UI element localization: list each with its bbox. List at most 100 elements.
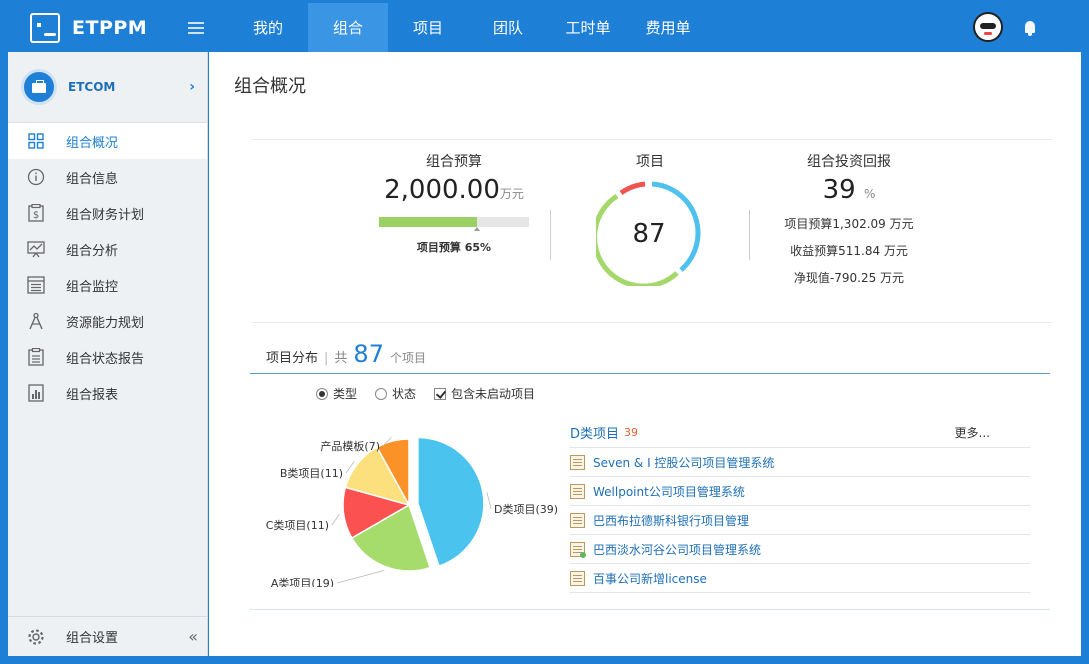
settings-label: 组合设置 — [66, 631, 119, 646]
pie-label: A类项目(19) — [271, 576, 334, 587]
analysis-icon — [27, 240, 45, 258]
sidebar-item-monitor[interactable]: 组合监控 — [8, 267, 207, 303]
chevron-right-icon[interactable]: › — [189, 79, 195, 95]
nav-item-mine[interactable]: 我的 — [228, 3, 308, 52]
budget-title: 组合预算 — [426, 154, 482, 170]
project-doc-icon — [570, 570, 585, 586]
nav-item-projects[interactable]: 项目 — [388, 3, 468, 52]
more-link[interactable]: 更多... — [955, 424, 990, 441]
projects-count: 87 — [632, 219, 666, 249]
bell-icon[interactable] — [1025, 21, 1035, 36]
budget-panel: 组合预算 2,000.00万元 项目预算 65% — [354, 151, 554, 255]
sidebar-settings[interactable]: 组合设置 ‹‹ — [8, 616, 207, 656]
distribution-separator: | — [324, 351, 329, 366]
project-doc-icon — [570, 512, 585, 528]
list-item[interactable]: 巴西布拉德斯科银行项目管理 — [570, 506, 1030, 535]
pie-label: 产品模板(7) — [320, 439, 380, 453]
pie-leader-line — [486, 492, 492, 510]
filter-status-radio[interactable]: 状态 — [375, 385, 416, 402]
roi-revenue-budget: 收益预算511.84 万元 — [790, 244, 908, 258]
sidebar-item-status-report[interactable]: 组合状态报告 — [8, 339, 207, 375]
pie-slice[interactable] — [417, 436, 485, 568]
nav-item-portfolio[interactable]: 组合 — [308, 3, 388, 52]
sidebar-item-label: 资源能力规划 — [66, 315, 145, 331]
sidebar-item-label: 组合财务计划 — [66, 207, 145, 223]
list-item[interactable]: Wellpoint公司项目管理系统 — [570, 477, 1030, 506]
pie-label: D类项目(39) — [494, 502, 558, 516]
projects-panel: 项目 — [590, 151, 710, 171]
filter-label: 包含未启动项目 — [451, 387, 536, 401]
svg-text:$: $ — [33, 210, 39, 221]
org-name: ETCOM — [68, 80, 116, 94]
sidebar-item-label: 组合报表 — [66, 387, 119, 403]
roi-title: 组合投资回报 — [807, 154, 891, 170]
list-item[interactable]: 巴西淡水河谷公司项目管理系统 — [570, 535, 1030, 564]
org-switcher[interactable]: ETCOM › — [8, 52, 207, 123]
pie-label: B类项目(11) — [280, 466, 343, 480]
chart-icon — [27, 384, 45, 402]
distribution-header: 项目分布 | 共 87 个项目 — [266, 340, 426, 368]
sidebar-item-label: 组合监控 — [66, 279, 119, 295]
project-name[interactable]: 巴西淡水河谷公司项目管理系统 — [593, 541, 761, 558]
radio-unchecked-icon[interactable] — [375, 387, 388, 400]
sidebar-item-label: 组合状态报告 — [66, 351, 145, 367]
radio-checked-icon[interactable] — [316, 387, 328, 400]
main-nav: 我的 组合 项目 团队 工时单 费用单 — [228, 3, 708, 52]
project-list: D类项目 39 更多... Seven & I 控股公司项目管理系统 Wellp… — [570, 418, 1030, 593]
divider — [250, 373, 1050, 374]
filter-label: 状态 — [392, 387, 417, 401]
roi-value: 39 — [822, 175, 856, 205]
sidebar-item-analysis[interactable]: 组合分析 — [8, 231, 207, 267]
divider — [252, 139, 1052, 140]
grid-icon — [27, 132, 45, 150]
briefcase-icon — [21, 69, 57, 105]
distribution-unit: 个项目 — [389, 351, 426, 365]
pie-label: C类项目(11) — [266, 518, 329, 532]
monitor-icon — [27, 276, 45, 294]
checkbox-checked-icon[interactable] — [434, 387, 447, 400]
divider — [252, 322, 1052, 323]
sidebar-item-label: 组合概况 — [66, 135, 119, 151]
sidebar-item-overview[interactable]: 组合概况 — [8, 123, 207, 159]
roi-npv: 净现值-790.25 万元 — [793, 271, 905, 285]
filter-bar: 类型 状态 包含未启动项目 — [316, 385, 553, 402]
info-icon — [27, 168, 45, 186]
list-item[interactable]: 百事公司新增license — [570, 564, 1030, 593]
top-bar: ETPPM 我的 组合 项目 团队 工时单 费用单 — [8, 3, 1081, 52]
project-doc-active-icon — [570, 541, 586, 558]
logo-icon — [30, 12, 60, 43]
main-content: 组合概况 组合预算 2,000.00万元 项目预算 65% 项目 87 组合投资… — [209, 52, 1081, 656]
nav-item-timesheet[interactable]: 工时单 — [548, 3, 628, 52]
list-item[interactable]: Seven & I 控股公司项目管理系统 — [570, 448, 1030, 477]
page-title: 组合概况 — [234, 76, 306, 97]
nav-item-expense[interactable]: 费用单 — [628, 3, 708, 52]
finance-icon: $ — [27, 204, 45, 222]
divider — [550, 210, 551, 260]
roi-value-line: 39 % — [754, 175, 944, 205]
project-distribution-pie: D类项目(39) A类项目(19) C类项目(11) B类项目(11) 产品模板(7) — [266, 436, 558, 587]
nav-item-team[interactable]: 团队 — [468, 3, 548, 52]
project-name[interactable]: Wellpoint公司项目管理系统 — [593, 483, 745, 500]
ring-segment-red — [619, 181, 646, 196]
sidebar-item-finance[interactable]: $ 组合财务计划 — [8, 195, 207, 231]
hamburger-menu-icon[interactable] — [188, 21, 204, 34]
collapse-sidebar-icon[interactable]: ‹‹ — [188, 627, 198, 646]
divider — [250, 609, 1050, 610]
project-name[interactable]: 百事公司新增license — [593, 570, 707, 587]
list-header: D类项目 39 更多... — [570, 418, 1030, 448]
sidebar: ETCOM › 组合概况 组合信息 $ 组合财务计划 组合分析 组合监控 资源能… — [8, 52, 208, 656]
project-name[interactable]: Seven & I 控股公司项目管理系统 — [593, 454, 774, 471]
filter-type-radio[interactable]: 类型 — [316, 385, 357, 402]
budget-value-line: 2,000.00万元 — [354, 175, 554, 205]
project-doc-icon — [570, 483, 585, 499]
sidebar-item-label: 组合分析 — [66, 243, 119, 259]
filter-include-inactive-checkbox[interactable]: 包含未启动项目 — [434, 385, 535, 402]
sidebar-item-info[interactable]: 组合信息 — [8, 159, 207, 195]
sidebar-item-resource-planning[interactable]: 资源能力规划 — [8, 303, 207, 339]
sidebar-item-reports[interactable]: 组合报表 — [8, 375, 207, 411]
app-name: ETPPM — [72, 16, 148, 39]
roi-unit: % — [863, 187, 876, 201]
logo[interactable]: ETPPM — [8, 12, 188, 43]
project-name[interactable]: 巴西布拉德斯科银行项目管理 — [593, 512, 749, 529]
user-avatar[interactable] — [973, 12, 1003, 42]
